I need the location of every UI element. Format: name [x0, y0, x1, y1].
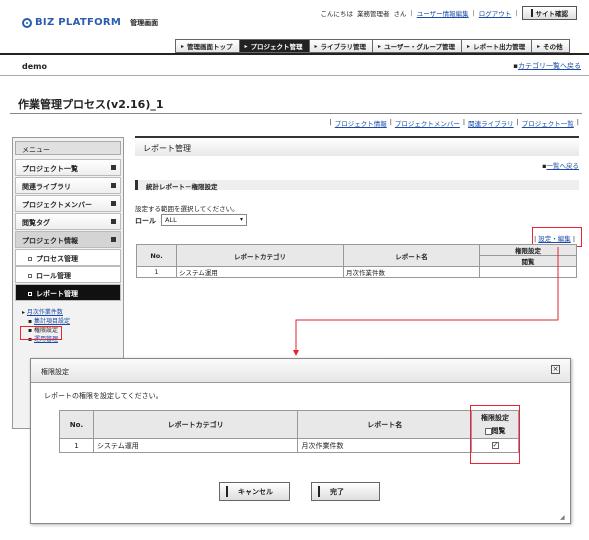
col-no: No.	[59, 410, 94, 439]
dialog-permission-table: No. レポートカテゴリ レポート名 権限設定 閲覧 1 システム運用 月次作業…	[59, 410, 519, 453]
table-row: 1 システム運用 月次作業件数	[59, 438, 519, 453]
bar-icon	[226, 486, 228, 497]
resize-handle-icon[interactable]: ◢	[560, 514, 565, 521]
cell-no: 1	[59, 438, 94, 453]
dialog-message: レポートの権限を設定してください。	[44, 392, 163, 400]
complete-label: 完了	[330, 487, 344, 496]
col-report-name: レポート名	[297, 410, 473, 439]
bar-icon	[318, 486, 320, 497]
cancel-label: キャンセル	[238, 487, 273, 496]
cancel-button[interactable]: キャンセル	[219, 482, 290, 501]
col-category: レポートカテゴリ	[92, 410, 299, 439]
highlight-box	[470, 405, 520, 464]
close-icon[interactable]: ×	[551, 365, 560, 374]
dialog-title: 権限設定	[31, 359, 570, 383]
cell-report-name: 月次作業件数	[297, 438, 473, 453]
complete-button[interactable]: 完了	[311, 482, 380, 501]
cell-category: システム運用	[92, 438, 299, 453]
